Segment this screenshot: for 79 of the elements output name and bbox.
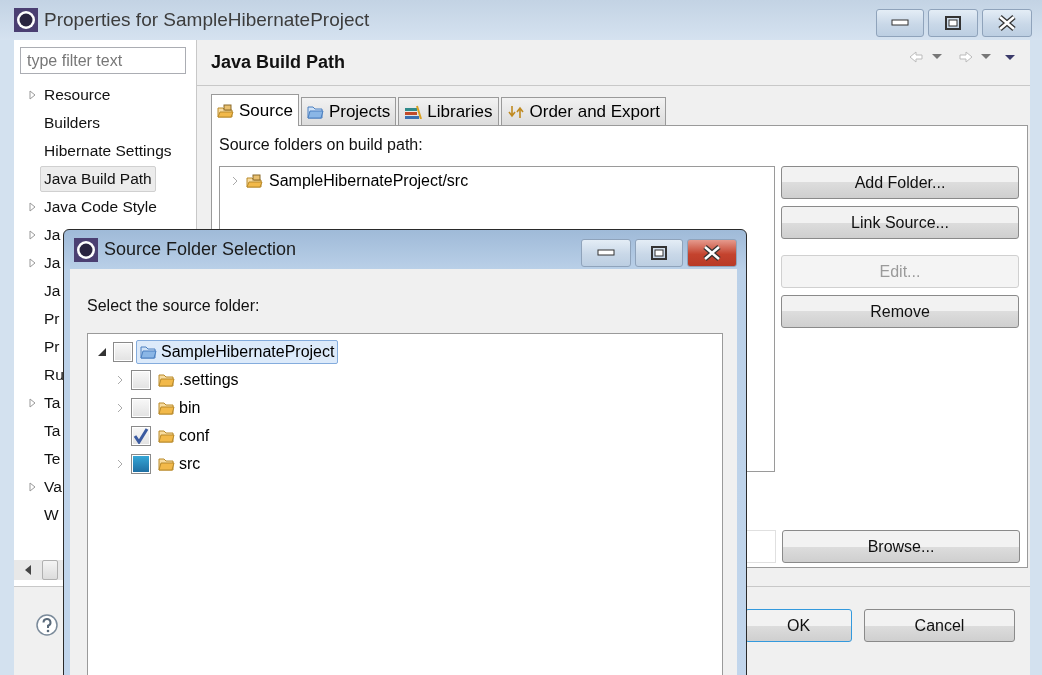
- expander-icon[interactable]: [115, 403, 125, 413]
- tree-item[interactable]: bin: [154, 396, 205, 420]
- close-icon: [998, 15, 1016, 31]
- checkbox[interactable]: [113, 342, 133, 362]
- window-title: Properties for SampleHibernateProject: [44, 9, 371, 31]
- navigation-arrows-icon[interactable]: [908, 50, 1018, 64]
- expanded-icon[interactable]: [97, 347, 107, 357]
- action-button[interactable]: Remove: [781, 295, 1019, 328]
- tree-item[interactable]: SampleHibernateProject: [136, 340, 339, 364]
- nav-item[interactable]: Builders: [40, 110, 104, 136]
- dialog-prompt: Select the source folder:: [87, 297, 261, 316]
- expander-icon[interactable]: [28, 482, 38, 492]
- page-title: Java Build Path: [211, 52, 347, 73]
- nav-item[interactable]: Hibernate Settings: [40, 138, 176, 164]
- checkbox[interactable]: [131, 370, 151, 390]
- nav-item[interactable]: Resource: [40, 82, 115, 108]
- expander-icon[interactable]: [230, 176, 240, 186]
- maximize-icon: [945, 16, 961, 30]
- dialog-button[interactable]: Cancel: [864, 609, 1015, 642]
- section-label: Source folders on build path:: [219, 136, 424, 155]
- folder-icon: [158, 401, 175, 415]
- help-icon[interactable]: [36, 614, 58, 636]
- tab[interactable]: Libraries: [398, 97, 499, 125]
- arrows-icon: [506, 104, 525, 119]
- nav-item[interactable]: Va: [40, 474, 66, 500]
- minimize-icon: [891, 19, 909, 27]
- folder-icon: [158, 457, 175, 471]
- nav-item[interactable]: W: [40, 502, 63, 528]
- action-button[interactable]: Add Folder...: [781, 166, 1019, 199]
- tree-item[interactable]: .settings: [154, 368, 243, 392]
- list-item[interactable]: SampleHibernateProject/src: [269, 172, 469, 190]
- nav-item[interactable]: Ta: [40, 390, 65, 416]
- checkbox[interactable]: [131, 398, 151, 418]
- tree-item[interactable]: src: [154, 452, 205, 476]
- expander-icon[interactable]: [28, 398, 38, 408]
- minimize-button[interactable]: [581, 239, 631, 267]
- nav-item[interactable]: Ja: [40, 222, 65, 248]
- nav-item[interactable]: Ja: [40, 278, 65, 304]
- gear-icon: [74, 237, 98, 262]
- minimize-icon: [597, 249, 615, 257]
- action-button[interactable]: Link Source...: [781, 206, 1019, 239]
- package-folder-icon: [246, 174, 263, 188]
- filter-field[interactable]: type filter text: [20, 47, 186, 74]
- tab[interactable]: Projects: [300, 97, 397, 125]
- nav-item[interactable]: Java Code Style: [40, 194, 161, 220]
- maximize-icon: [651, 246, 667, 260]
- tree-item[interactable]: conf: [154, 424, 214, 448]
- folder-icon: [158, 373, 175, 387]
- package-folder-icon: [217, 103, 234, 118]
- nav-item[interactable]: Java Build Path: [40, 166, 156, 192]
- books-icon: [404, 104, 423, 119]
- close-button[interactable]: [687, 239, 737, 267]
- nav-item[interactable]: Te: [40, 446, 65, 472]
- tab[interactable]: Order and Export: [500, 97, 666, 125]
- maximize-button[interactable]: [928, 9, 978, 37]
- tab[interactable]: Source: [211, 94, 299, 126]
- expander-icon[interactable]: [28, 202, 38, 212]
- scroll-thumb[interactable]: [42, 560, 58, 580]
- close-icon: [703, 245, 721, 261]
- folder-icon: [306, 104, 324, 119]
- dialog-button[interactable]: OK: [745, 609, 852, 642]
- nav-item[interactable]: Ja: [40, 250, 65, 276]
- dialog-title: Source Folder Selection: [104, 239, 298, 260]
- gear-icon: [14, 8, 38, 32]
- expander-icon[interactable]: [28, 230, 38, 240]
- nav-item[interactable]: Pr: [40, 334, 64, 360]
- expander-icon[interactable]: [115, 459, 125, 469]
- maximize-button[interactable]: [635, 239, 683, 267]
- nav-item[interactable]: Pr: [40, 306, 64, 332]
- folder-icon: [158, 429, 175, 443]
- minimize-button[interactable]: [876, 9, 924, 37]
- expander-icon[interactable]: [28, 258, 38, 268]
- folder-icon: [140, 345, 157, 359]
- nav-item[interactable]: Ta: [40, 418, 65, 444]
- browse-button[interactable]: Browse...: [782, 530, 1020, 563]
- close-button[interactable]: [982, 9, 1032, 37]
- expander-icon[interactable]: [28, 90, 38, 100]
- expander-icon[interactable]: [115, 375, 125, 385]
- scroll-left-icon[interactable]: [24, 565, 32, 575]
